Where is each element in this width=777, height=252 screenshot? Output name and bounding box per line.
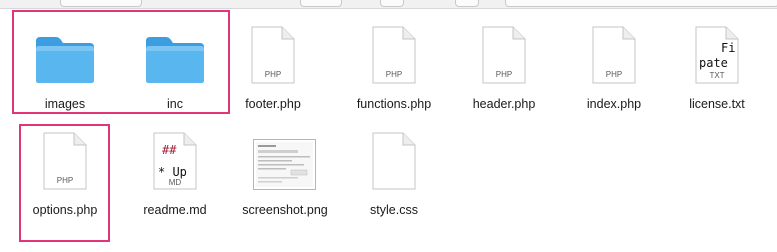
text-file-icon: Fi pate TXT xyxy=(695,26,739,84)
text-preview-line: ## xyxy=(162,143,177,157)
file-item-index-php[interactable]: PHP index.php xyxy=(559,16,669,111)
toolbar-strip xyxy=(0,0,777,9)
file-name: license.txt xyxy=(689,97,745,111)
file-name: style.css xyxy=(370,203,418,217)
file-name: header.php xyxy=(472,97,536,111)
file-name: inc xyxy=(167,97,183,111)
file-item-header-php[interactable]: PHP header.php xyxy=(449,16,559,111)
file-name: footer.php xyxy=(245,97,301,111)
file-item-style-css[interactable]: style.css xyxy=(339,122,449,217)
file-name: functions.php xyxy=(356,97,432,111)
file-type-label: PHP xyxy=(57,176,73,185)
css-file-icon xyxy=(372,132,416,190)
folder-icon xyxy=(36,37,94,83)
php-file-icon: PHP xyxy=(251,26,295,84)
file-item-options-php[interactable]: PHP options.php xyxy=(10,122,120,217)
file-item-readme-md[interactable]: ## * Up MD readme.md xyxy=(120,122,230,217)
text-preview-line: pate xyxy=(699,56,728,70)
toolbar-control[interactable] xyxy=(60,0,142,7)
file-item-license-txt[interactable]: Fi pate TXT license.txt xyxy=(662,16,772,111)
file-name: screenshot.png xyxy=(242,203,328,217)
file-type-label: PHP xyxy=(265,70,281,79)
file-item-screenshot-png[interactable]: screenshot.png xyxy=(230,122,340,217)
php-file-icon: PHP xyxy=(43,132,87,190)
file-name: readme.md xyxy=(143,203,207,217)
folder-icon xyxy=(146,37,204,83)
file-type-label: PHP xyxy=(606,70,622,79)
file-item-functions-php[interactable]: PHP functions.php xyxy=(339,16,449,111)
toolbar-control[interactable] xyxy=(455,0,479,7)
php-file-icon: PHP xyxy=(482,26,526,84)
file-type-label: PHP xyxy=(496,70,512,79)
text-preview-line: * Up xyxy=(158,165,187,179)
file-name: index.php xyxy=(586,97,642,111)
file-type-label: PHP xyxy=(386,70,402,79)
file-name: options.php xyxy=(32,203,98,217)
toolbar-control[interactable] xyxy=(300,0,342,7)
file-type-label: MD xyxy=(169,178,182,187)
php-file-icon: PHP xyxy=(372,26,416,84)
search-field[interactable] xyxy=(505,0,777,7)
markdown-file-icon: ## * Up MD xyxy=(153,132,197,190)
file-item-images[interactable]: images xyxy=(10,16,120,111)
image-thumbnail-icon xyxy=(253,139,316,190)
file-item-inc[interactable]: inc xyxy=(120,16,230,111)
text-preview-line: Fi xyxy=(721,41,735,55)
file-type-label: TXT xyxy=(709,71,724,80)
php-file-icon: PHP xyxy=(592,26,636,84)
file-name: images xyxy=(44,97,86,111)
file-item-footer-php[interactable]: PHP footer.php xyxy=(218,16,328,111)
toolbar-control[interactable] xyxy=(380,0,404,7)
